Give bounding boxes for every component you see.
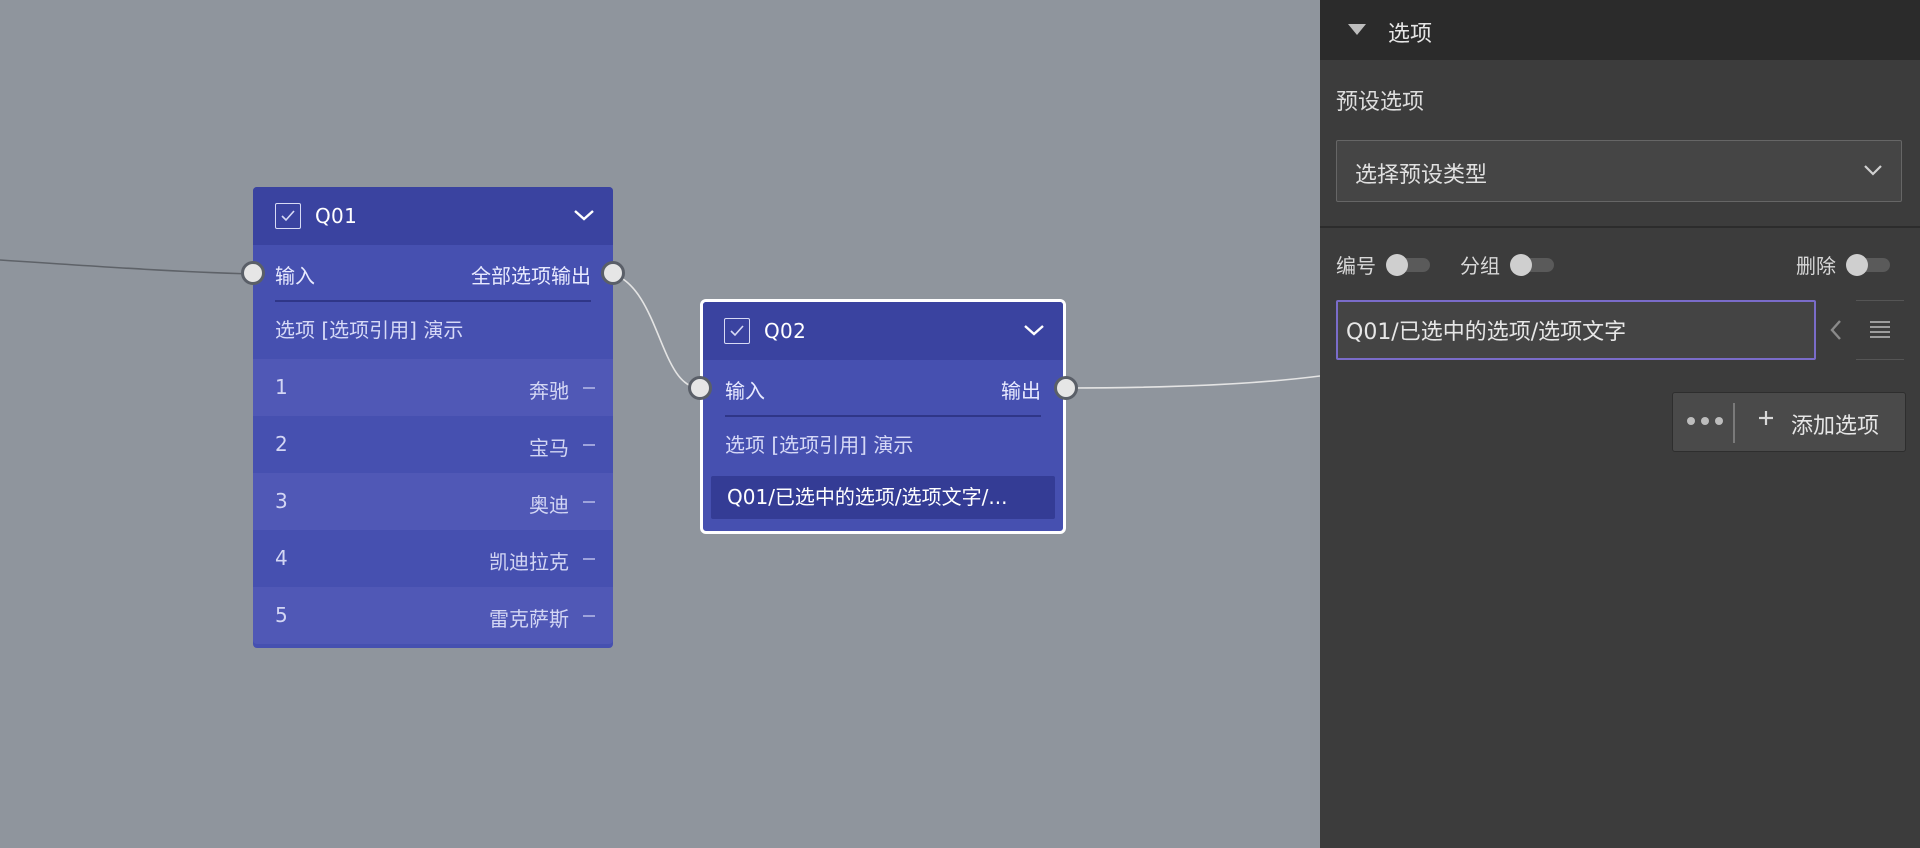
option-number: 5 bbox=[275, 603, 288, 627]
option-number: 4 bbox=[275, 546, 288, 570]
option-label: 奔驰 bbox=[529, 379, 569, 403]
chevron-down-icon[interactable] bbox=[1023, 321, 1045, 339]
numbering-label: 编号 bbox=[1336, 254, 1376, 278]
option-number: 2 bbox=[275, 432, 288, 456]
option-label: 奥迪 bbox=[529, 493, 569, 517]
flow-canvas[interactable]: Q01 输入 全部选项输出 选项 [选项引用] 演示 1 奔驰 2 宝马 3 奥… bbox=[0, 0, 1320, 848]
node-q01-io-row: 输入 全部选项输出 bbox=[241, 245, 625, 302]
option-port-dash[interactable] bbox=[583, 615, 595, 617]
input-label: 输入 bbox=[725, 379, 765, 403]
option-row[interactable]: 3 奥迪 bbox=[253, 473, 613, 530]
io-divider bbox=[275, 300, 591, 302]
wire-q01-to-q02 bbox=[612, 273, 701, 389]
option-row[interactable]: 4 凯迪拉克 bbox=[253, 530, 613, 587]
panel-divider bbox=[1320, 226, 1920, 228]
grouping-toggle[interactable] bbox=[1510, 253, 1554, 276]
toggle-knob bbox=[1510, 253, 1532, 276]
node-q01[interactable]: Q01 输入 全部选项输出 选项 [选项引用] 演示 1 奔驰 2 宝马 3 奥… bbox=[241, 187, 625, 648]
option-number: 1 bbox=[275, 375, 288, 399]
input-port[interactable] bbox=[688, 376, 712, 400]
checkbox-icon bbox=[724, 318, 750, 344]
chevron-down-icon[interactable] bbox=[573, 206, 595, 224]
checkbox-icon bbox=[275, 203, 301, 229]
toggle-knob bbox=[1846, 253, 1868, 276]
panel-header[interactable]: 选项 bbox=[1320, 0, 1920, 60]
option-row[interactable]: 5 雷克萨斯 bbox=[253, 587, 613, 644]
delete-toggle[interactable] bbox=[1846, 253, 1890, 276]
option-port-dash[interactable] bbox=[583, 387, 595, 389]
properties-panel: 选项 预设选项 选择预设类型 编号 分组 删除 添加选 bbox=[1320, 0, 1920, 848]
connection-wires bbox=[0, 259, 1320, 389]
more-icon[interactable] bbox=[1687, 417, 1723, 425]
option-port-dash[interactable] bbox=[583, 501, 595, 503]
node-q01-description: 选项 [选项引用] 演示 bbox=[275, 318, 464, 342]
option-row[interactable]: 1 奔驰 bbox=[253, 359, 613, 416]
output-port[interactable] bbox=[1054, 376, 1078, 400]
node-q02[interactable]: Q02 输入 输出 选项 [选项引用] 演示 Q01/已选中的选项/选项文字/.… bbox=[688, 299, 1078, 534]
option-port-dash[interactable] bbox=[583, 558, 595, 560]
node-q02-title: Q02 bbox=[764, 319, 807, 343]
list-icon[interactable] bbox=[1856, 300, 1904, 360]
button-divider bbox=[1733, 403, 1735, 443]
grouping-toggle-group: 分组 bbox=[1460, 250, 1554, 279]
option-text-field[interactable] bbox=[1336, 300, 1816, 360]
chevron-down-icon bbox=[1864, 165, 1882, 176]
panel-title: 选项 bbox=[1388, 22, 1433, 47]
wire-q02-out bbox=[1065, 375, 1320, 389]
preset-type-select[interactable]: 选择预设类型 bbox=[1336, 140, 1902, 202]
option-label: 宝马 bbox=[529, 436, 569, 460]
option-row[interactable]: 2 宝马 bbox=[253, 416, 613, 473]
toggle-knob bbox=[1386, 253, 1408, 276]
wire-into-q01 bbox=[0, 259, 254, 275]
preset-options-label: 预设选项 bbox=[1336, 90, 1425, 115]
grouping-label: 分组 bbox=[1460, 254, 1500, 278]
output-port[interactable] bbox=[601, 261, 625, 285]
add-option-button[interactable]: 添加选项 bbox=[1672, 392, 1906, 452]
io-divider bbox=[725, 415, 1041, 417]
option-reference-chip[interactable]: Q01/已选中的选项/选项文字/... bbox=[711, 476, 1055, 519]
node-q01-title: Q01 bbox=[315, 204, 358, 228]
option-label: 凯迪拉克 bbox=[489, 550, 569, 574]
option-port-dash[interactable] bbox=[583, 444, 595, 446]
add-option-label: 添加选项 bbox=[1791, 414, 1880, 439]
node-q01-header[interactable]: Q01 bbox=[253, 187, 613, 245]
numbering-toggle-group: 编号 bbox=[1336, 250, 1430, 279]
triangle-down-icon[interactable] bbox=[1348, 24, 1366, 35]
delete-toggle-group: 删除 bbox=[1796, 250, 1890, 279]
option-number: 3 bbox=[275, 489, 288, 513]
option-text-input[interactable] bbox=[1338, 302, 1814, 358]
input-port[interactable] bbox=[241, 261, 265, 285]
delete-label: 删除 bbox=[1796, 254, 1836, 278]
chevron-left-icon[interactable] bbox=[1828, 318, 1844, 342]
node-q02-description: 选项 [选项引用] 演示 bbox=[725, 433, 914, 457]
node-q02-io-row: 输入 输出 bbox=[688, 360, 1078, 417]
output-label: 全部选项输出 bbox=[471, 264, 591, 288]
preset-type-value: 选择预设类型 bbox=[1355, 163, 1488, 188]
output-label: 输出 bbox=[1001, 379, 1041, 403]
plus-icon bbox=[1759, 411, 1773, 425]
input-label: 输入 bbox=[275, 264, 315, 288]
option-label: 雷克萨斯 bbox=[489, 607, 569, 631]
node-q02-header[interactable]: Q02 bbox=[703, 302, 1063, 360]
numbering-toggle[interactable] bbox=[1386, 253, 1430, 276]
